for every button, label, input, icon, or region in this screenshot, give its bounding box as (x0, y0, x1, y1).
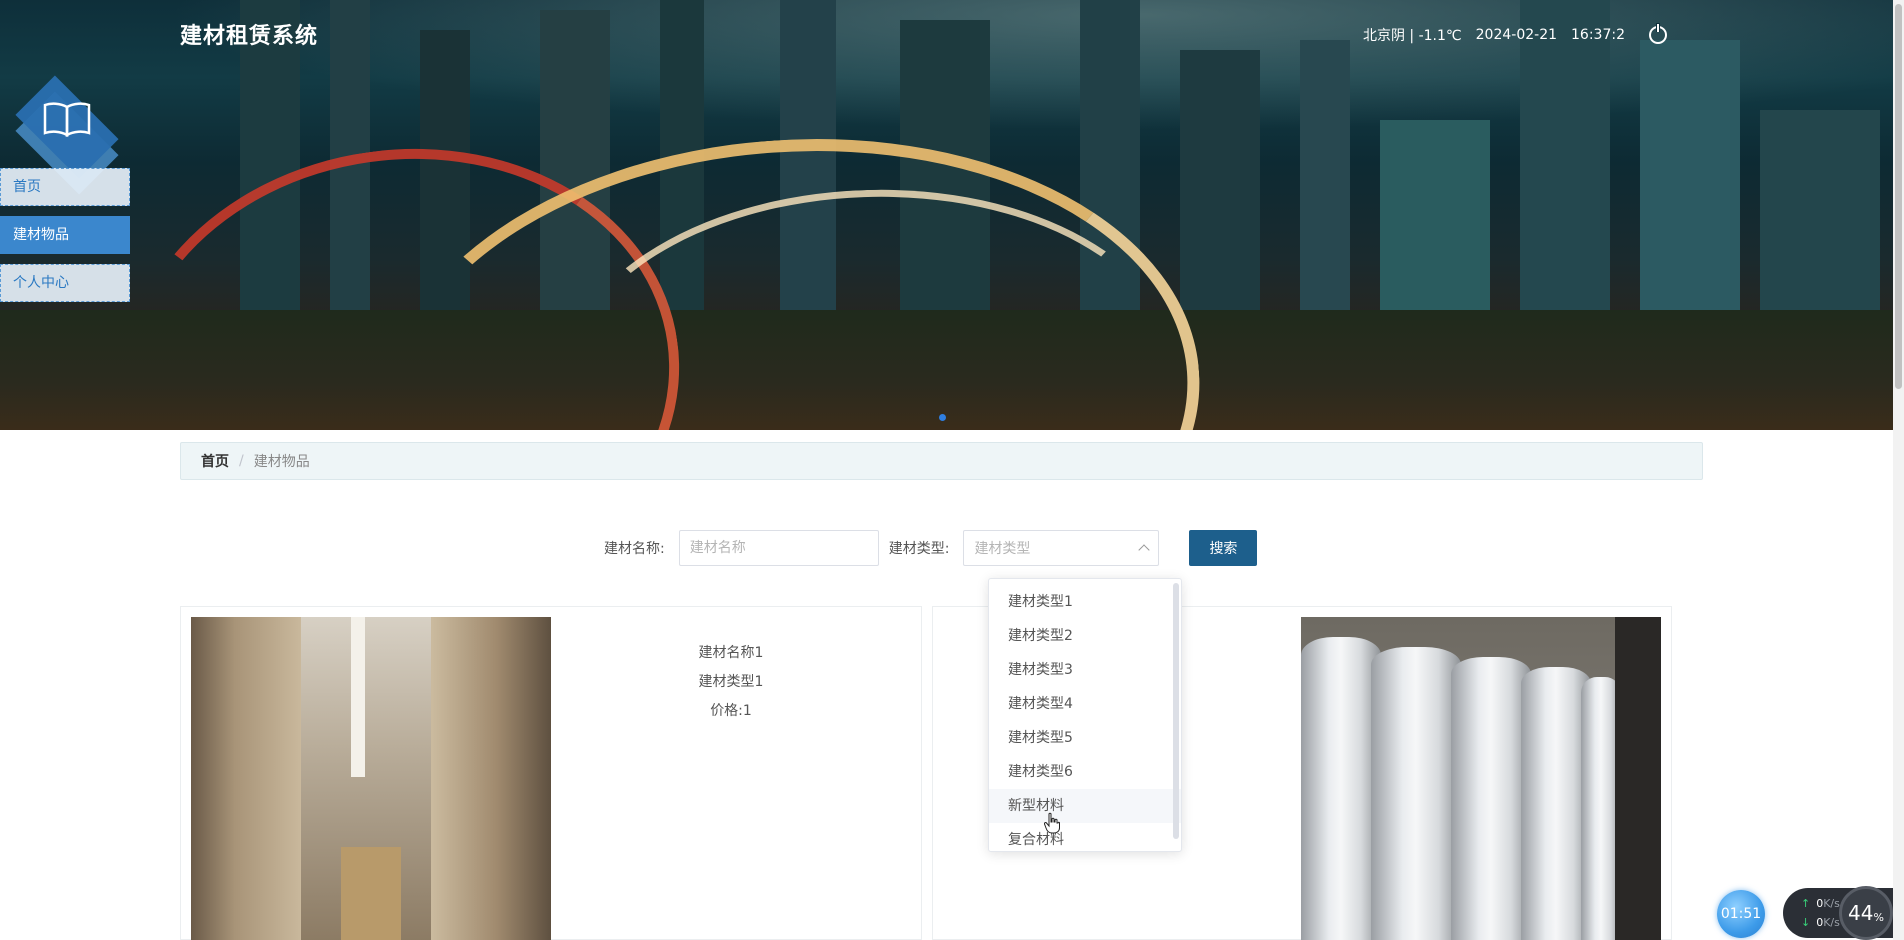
ceiling-light (351, 617, 365, 777)
dropdown-option[interactable]: 建材类型2 (989, 619, 1181, 653)
material-type-dropdown: 建材类型1 建材类型2 建材类型3 建材类型4 建材类型5 建材类型6 新型材料 复合材料 (988, 578, 1182, 852)
dropdown-option[interactable]: 建材类型1 (989, 585, 1181, 619)
carousel-indicator-dot[interactable] (939, 414, 946, 421)
scrollbar-thumb[interactable] (1895, 4, 1902, 389)
net-upload: ↑ 0K/s (1801, 897, 1840, 910)
dropdown-option[interactable]: 建材类型3 (989, 653, 1181, 687)
chevron-up-icon (1138, 544, 1151, 556)
net-download-unit: K/s (1823, 916, 1840, 929)
arrow-up-icon: ↑ (1801, 897, 1811, 910)
side-nav: 首页 建材物品 个人中心 (0, 168, 130, 312)
percent-sign: % (1873, 910, 1884, 924)
sidebar-item-personal-center[interactable]: 个人中心 (0, 264, 130, 302)
breadcrumb-separator: / (239, 453, 244, 469)
arrow-down-icon: ↓ (1801, 916, 1811, 929)
material-card[interactable]: 建材名称1 建材类型1 价格:1 (180, 606, 922, 940)
material-name-input[interactable] (678, 530, 879, 566)
dropdown-option[interactable]: 复合材料 (989, 823, 1181, 851)
net-download: ↓ 0K/s (1801, 916, 1840, 929)
search-button[interactable]: 搜索 (1189, 530, 1258, 566)
insulation-rolls-image[interactable] (1301, 617, 1661, 940)
shelf-left (191, 617, 301, 940)
network-monitor-widget[interactable]: ↑ 0K/s ↓ 0K/s 44% (1783, 886, 1893, 940)
dropdown-scrollbar[interactable] (1173, 583, 1179, 839)
system-title: 建材租赁系统 (180, 24, 319, 49)
timer-widget[interactable]: 01:51 (1717, 890, 1765, 938)
dropdown-option[interactable]: 建材类型6 (989, 755, 1181, 789)
roll (1301, 637, 1381, 940)
breadcrumb-home[interactable]: 首页 (201, 451, 229, 471)
shelf-right (431, 617, 551, 940)
sidebar-item-materials[interactable]: 建材物品 (0, 216, 130, 254)
time-text: 16:37:2 (1571, 27, 1625, 43)
sidebar-item-home[interactable]: 首页 (0, 168, 130, 206)
page-root: 建材租赁系统 北京阴 | -1.1℃ 2024-02-21 16:37:2 首页… (0, 0, 1904, 940)
material-name: 建材名称1 (698, 645, 764, 661)
dropdown-list: 建材类型1 建材类型2 建材类型3 建材类型4 建材类型5 建材类型6 新型材料 复合材料 (989, 579, 1181, 851)
material-card-info: 建材名称1 建材类型1 价格:1 (631, 639, 831, 726)
logo (2, 75, 132, 195)
search-bar: 建材名称: 建材类型: 建材类型 搜索 (604, 530, 1258, 566)
aisle-goods (341, 847, 401, 940)
material-type-label: 建材类型: (888, 541, 950, 557)
material-name-label: 建材名称: (604, 541, 665, 557)
material-type-select[interactable]: 建材类型 (963, 530, 1160, 566)
material-type-placeholder: 建材类型 (974, 541, 1031, 557)
roll (1451, 657, 1531, 940)
power-icon[interactable] (1649, 23, 1667, 44)
dropdown-option[interactable]: 建材类型4 (989, 687, 1181, 721)
page-scrollbar[interactable] (1893, 0, 1904, 940)
banner-carousel: 建材租赁系统 北京阴 | -1.1℃ 2024-02-21 16:37:2 首页… (0, 0, 1893, 430)
date-text: 2024-02-21 (1475, 27, 1558, 43)
roll (1371, 647, 1461, 940)
book-icon (43, 102, 91, 138)
dropdown-option[interactable]: 建材类型5 (989, 721, 1181, 755)
dropdown-option[interactable]: 新型材料 (989, 789, 1181, 823)
hand-cursor-icon (1044, 812, 1060, 834)
breadcrumb-current: 建材物品 (253, 454, 310, 470)
material-type: 建材类型1 (698, 674, 764, 690)
weather-text: 北京阴 | -1.1℃ (1362, 28, 1462, 44)
memory-percent: 44% (1839, 886, 1893, 940)
memory-percent-value: 44 (1848, 901, 1874, 925)
material-price: 价格:1 (710, 703, 752, 719)
warehouse-aisle-image[interactable] (191, 617, 551, 940)
net-upload-unit: K/s (1823, 897, 1840, 910)
header-status: 北京阴 | -1.1℃ 2024-02-21 16:37:2 (1362, 23, 1667, 45)
breadcrumb: 首页 / 建材物品 (180, 442, 1703, 480)
dark-post (1615, 617, 1661, 940)
